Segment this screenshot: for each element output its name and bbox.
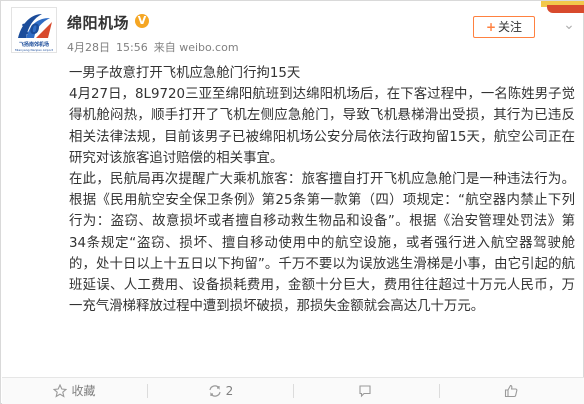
post-header: 10 飞扬南郊机场 Mianyang Nanjiao Airport 绵阳机场 … <box>1 1 584 57</box>
comment-button[interactable] <box>294 378 439 404</box>
action-bar: 收藏 2 <box>2 377 584 404</box>
post-source[interactable]: 来自 weibo.com <box>154 41 239 54</box>
favorite-label: 收藏 <box>71 384 96 398</box>
weibo-post-card: 10 飞扬南郊机场 Mianyang Nanjiao Airport 绵阳机场 … <box>0 0 584 404</box>
like-button[interactable] <box>440 378 584 404</box>
post-content: 一男子故意打开飞机应急舱门行拘15天 4月27日，8L9720三亚至绵阳航班到达… <box>69 63 575 317</box>
decorative-banner <box>541 1 584 13</box>
post-meta: 4月28日 15:56 来自 weibo.com <box>67 39 245 55</box>
repost-icon <box>209 384 221 397</box>
comment-icon <box>358 384 371 397</box>
svg-text:10: 10 <box>20 22 40 38</box>
post-paragraph-1: 4月27日，8L9720三亚至绵阳航班到达绵阳机场后，在下客过程中，一名陈姓男子… <box>69 87 575 166</box>
follow-label: 关注 <box>498 20 523 34</box>
verified-icon: V <box>135 14 149 28</box>
plus-icon: + <box>485 20 497 34</box>
post-time[interactable]: 15:56 <box>116 41 148 54</box>
verified-badge-text: V <box>137 14 147 27</box>
user-name[interactable]: 绵阳机场 <box>67 12 129 33</box>
post-paragraph-2: 在此，民航局再次提醒广大乘机旅客：旅客擅自打开飞机应急舱门是一种违法行为。根据《… <box>69 172 575 315</box>
avatar[interactable]: 10 飞扬南郊机场 Mianyang Nanjiao Airport <box>11 7 57 53</box>
star-icon <box>53 383 68 398</box>
thumbs-up-icon <box>504 384 517 397</box>
avatar-text: 飞扬南郊机场 <box>18 42 49 48</box>
repost-count: 2 <box>225 384 234 398</box>
post-date[interactable]: 4月28日 <box>67 41 110 54</box>
repost-button[interactable]: 2 <box>148 378 293 404</box>
chevron-down-icon[interactable]: ⌄ <box>561 14 577 36</box>
post-title: 一男子故意打开飞机应急舱门行拘15天 <box>69 66 301 81</box>
favorite-button[interactable]: 收藏 <box>2 378 147 404</box>
follow-button[interactable]: + 关注 <box>473 16 535 38</box>
avatar-subtext: Mianyang Nanjiao Airport <box>14 48 54 52</box>
